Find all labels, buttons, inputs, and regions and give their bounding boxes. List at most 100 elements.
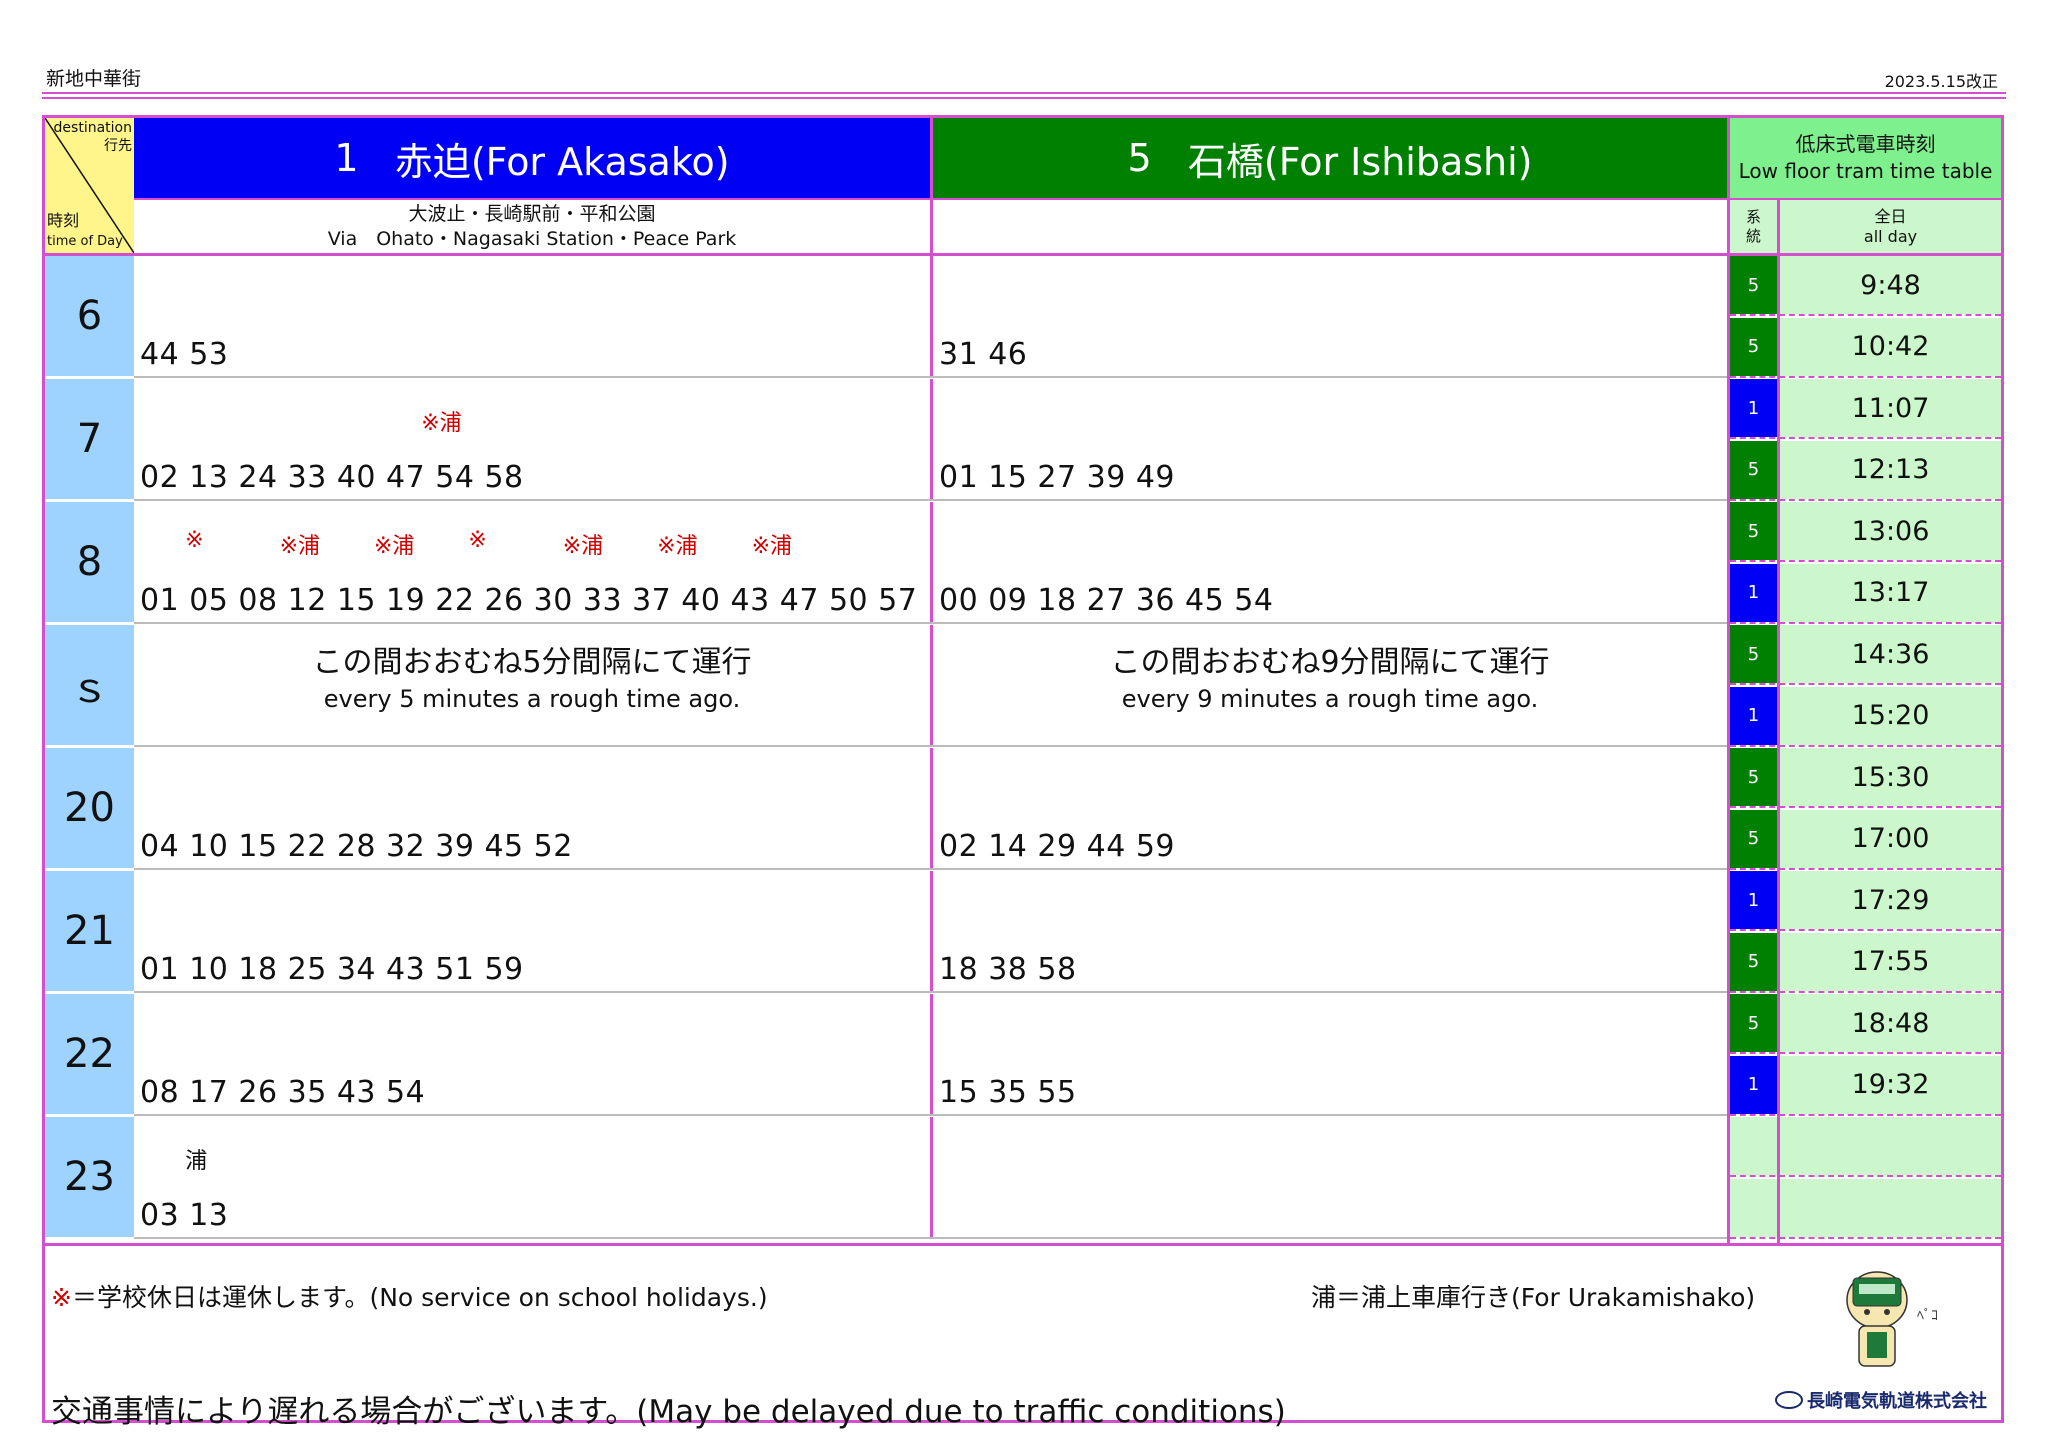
row-divider [134,1237,1727,1239]
hour-cell: 22 [45,994,134,1114]
trip-time: 13:17 [1780,563,2001,622]
low-floor-trip: 5 13:06 [1730,502,2001,562]
trip-time [1780,1178,2001,1237]
route-5-minutes: 15 35 55 [939,1075,1077,1110]
route-1-cell: 08 17 26 35 43 54 [134,994,930,1114]
trip-route-badge [1730,1178,1777,1237]
trip-divider [1730,744,2001,747]
route-5-minutes: 00 09 18 27 36 45 54 [939,583,1274,618]
low-floor-trip: 1 15:20 [1730,686,2001,747]
route-1-minutes: 02 13 24 33 40 47 54 58 [140,460,524,495]
interval-en: every 9 minutes a rough time ago. [1121,685,1539,713]
trip-divider [1730,929,2001,931]
trip-time: 17:29 [1780,871,2001,929]
row-divider [134,499,1727,501]
departure-note: ※ [185,528,204,553]
low-floor-trip [1730,1178,2001,1239]
low-floor-trip: 5 18:48 [1730,994,2001,1054]
departure-note: ※浦 [279,534,321,559]
low-floor-trip: 5 17:55 [1730,932,2001,993]
departure-note: ※浦 [374,534,415,559]
time-label-jp: 時刻 [47,211,80,230]
hour-row: 01 05 08 12 15 19 22 26 30 33 37 40 43 4… [134,502,1727,622]
low-floor-title-en: Low floor tram time table [1738,159,1993,183]
route-1-minutes: 44 53 [140,337,229,372]
hour-cell: 23 [45,1117,134,1237]
stop-name: 新地中華街 [46,68,142,90]
route-1-minutes: 01 10 18 25 34 43 51 59 [140,952,524,987]
route-5-cell: 15 35 55 [933,994,1727,1114]
low-floor-trip: 1 11:07 [1730,379,2001,439]
low-floor-title-jp: 低床式電車時刻 [1795,132,1936,156]
trip-divider [1730,1175,2001,1177]
low-floor-trip [1730,1117,2001,1177]
route-1-cell: 44 53 [134,256,930,376]
footer: ※＝学校休日は運休します。(No service on school holid… [45,1243,2001,1430]
route-5-cell: 01 15 27 39 49 [933,379,1727,499]
trip-divider [1730,1236,2001,1239]
route-1-cell: 02 13 24 33 40 47 54 58 ※浦 [134,379,930,499]
interval-en: every 5 minutes a rough time ago. [323,685,741,713]
route-5-cell: この間おおむね9分間隔にて運行 every 9 minutes a rough t… [933,625,1727,745]
hour-cell: 21 [45,871,134,991]
divider [42,92,2006,94]
school-holiday-text: ＝学校休日は運休します。(No service on school holida… [71,1283,768,1312]
trip-route-badge: 5 [1730,625,1777,683]
trip-time: 9:48 [1780,256,2001,314]
hour-row: 01 10 18 25 34 43 51 59 18 38 58 [134,871,1727,991]
system-label: 系統 [1745,207,1761,245]
company-name-text: 長崎電気軌道株式会社 [1807,1391,1987,1412]
route-5-header: 5 石橋(For Ishibashi) [933,118,1727,198]
destination-label-jp: 行先 [104,138,132,154]
trip-route-badge: 5 [1730,256,1777,314]
route-1-cell: 01 10 18 25 34 43 51 59 [134,871,930,991]
company-logo-icon [1775,1391,1803,1409]
hour-cell: ｓ [45,625,134,745]
trip-time [1780,1117,2001,1175]
all-day-column-header: 全日 all day [1780,200,2001,253]
hour-cell: 6 [45,256,134,376]
trip-divider [1730,990,2001,993]
low-floor-trip: 5 10:42 [1730,317,2001,378]
trip-divider [1730,375,2001,378]
time-label-en: time of Day [47,234,123,249]
all-day-en: all day [1863,226,1918,246]
low-floor-trip: 5 15:30 [1730,748,2001,808]
trip-time: 15:30 [1780,748,2001,806]
trip-time: 19:32 [1780,1055,2001,1114]
departure-note: ※ [468,528,487,553]
hour-cell: 7 [45,379,134,499]
trip-route-badge: 1 [1730,563,1777,622]
route-5-number: 5 [1127,136,1152,180]
trip-route-badge [1730,1117,1777,1175]
route-1-cell: この間おおむね5分間隔にて運行 every 5 minutes a rough t… [134,625,930,745]
trip-route-badge: 5 [1730,440,1777,499]
corner-cell: destination 行先 時刻 time of Day [45,118,134,253]
mascot-icon: ﾍﾟｺﾘ [1846,1271,1937,1367]
company-name: 長崎電気軌道株式会社 [1775,1387,1987,1413]
trip-divider [1730,867,2001,870]
route-5-minutes: 18 38 58 [939,952,1077,987]
row-divider [134,745,1727,747]
trip-time: 12:13 [1780,440,2001,499]
hour-cell: 20 [45,748,134,868]
all-day-jp: 全日 [1874,206,1907,226]
route-5-minutes: 31 46 [939,337,1028,372]
route-1-via-jp: 大波止・長崎駅前・平和公園 [408,202,656,225]
route-1-via-en: Via Ohato・Nagasaki Station・Peace Park [327,227,737,250]
interval-jp: この間おおむね9分間隔にて運行 [1110,645,1550,680]
trip-time: 17:00 [1780,809,2001,868]
svg-text:ﾍﾟｺﾘ: ﾍﾟｺﾘ [1917,1308,1937,1324]
row-divider [134,376,1727,378]
route-5-cell: 31 46 [933,256,1727,376]
trip-divider [1730,806,2001,808]
hour-row: 04 10 15 22 28 32 39 45 52 02 14 29 44 59 [134,748,1727,868]
system-column-header: 系統 [1730,200,1777,253]
low-floor-trip: 1 17:29 [1730,871,2001,931]
hour-row: 08 17 26 35 43 54 15 35 55 [134,994,1727,1114]
route-5-cell [933,1117,1727,1237]
route-1-cell: 04 10 15 22 28 32 39 45 52 [134,748,930,868]
low-floor-trip: 5 14:36 [1730,625,2001,685]
low-floor-header: 低床式電車時刻 Low floor tram time table [1730,118,2001,198]
school-holiday-mark: ※ [51,1283,72,1312]
